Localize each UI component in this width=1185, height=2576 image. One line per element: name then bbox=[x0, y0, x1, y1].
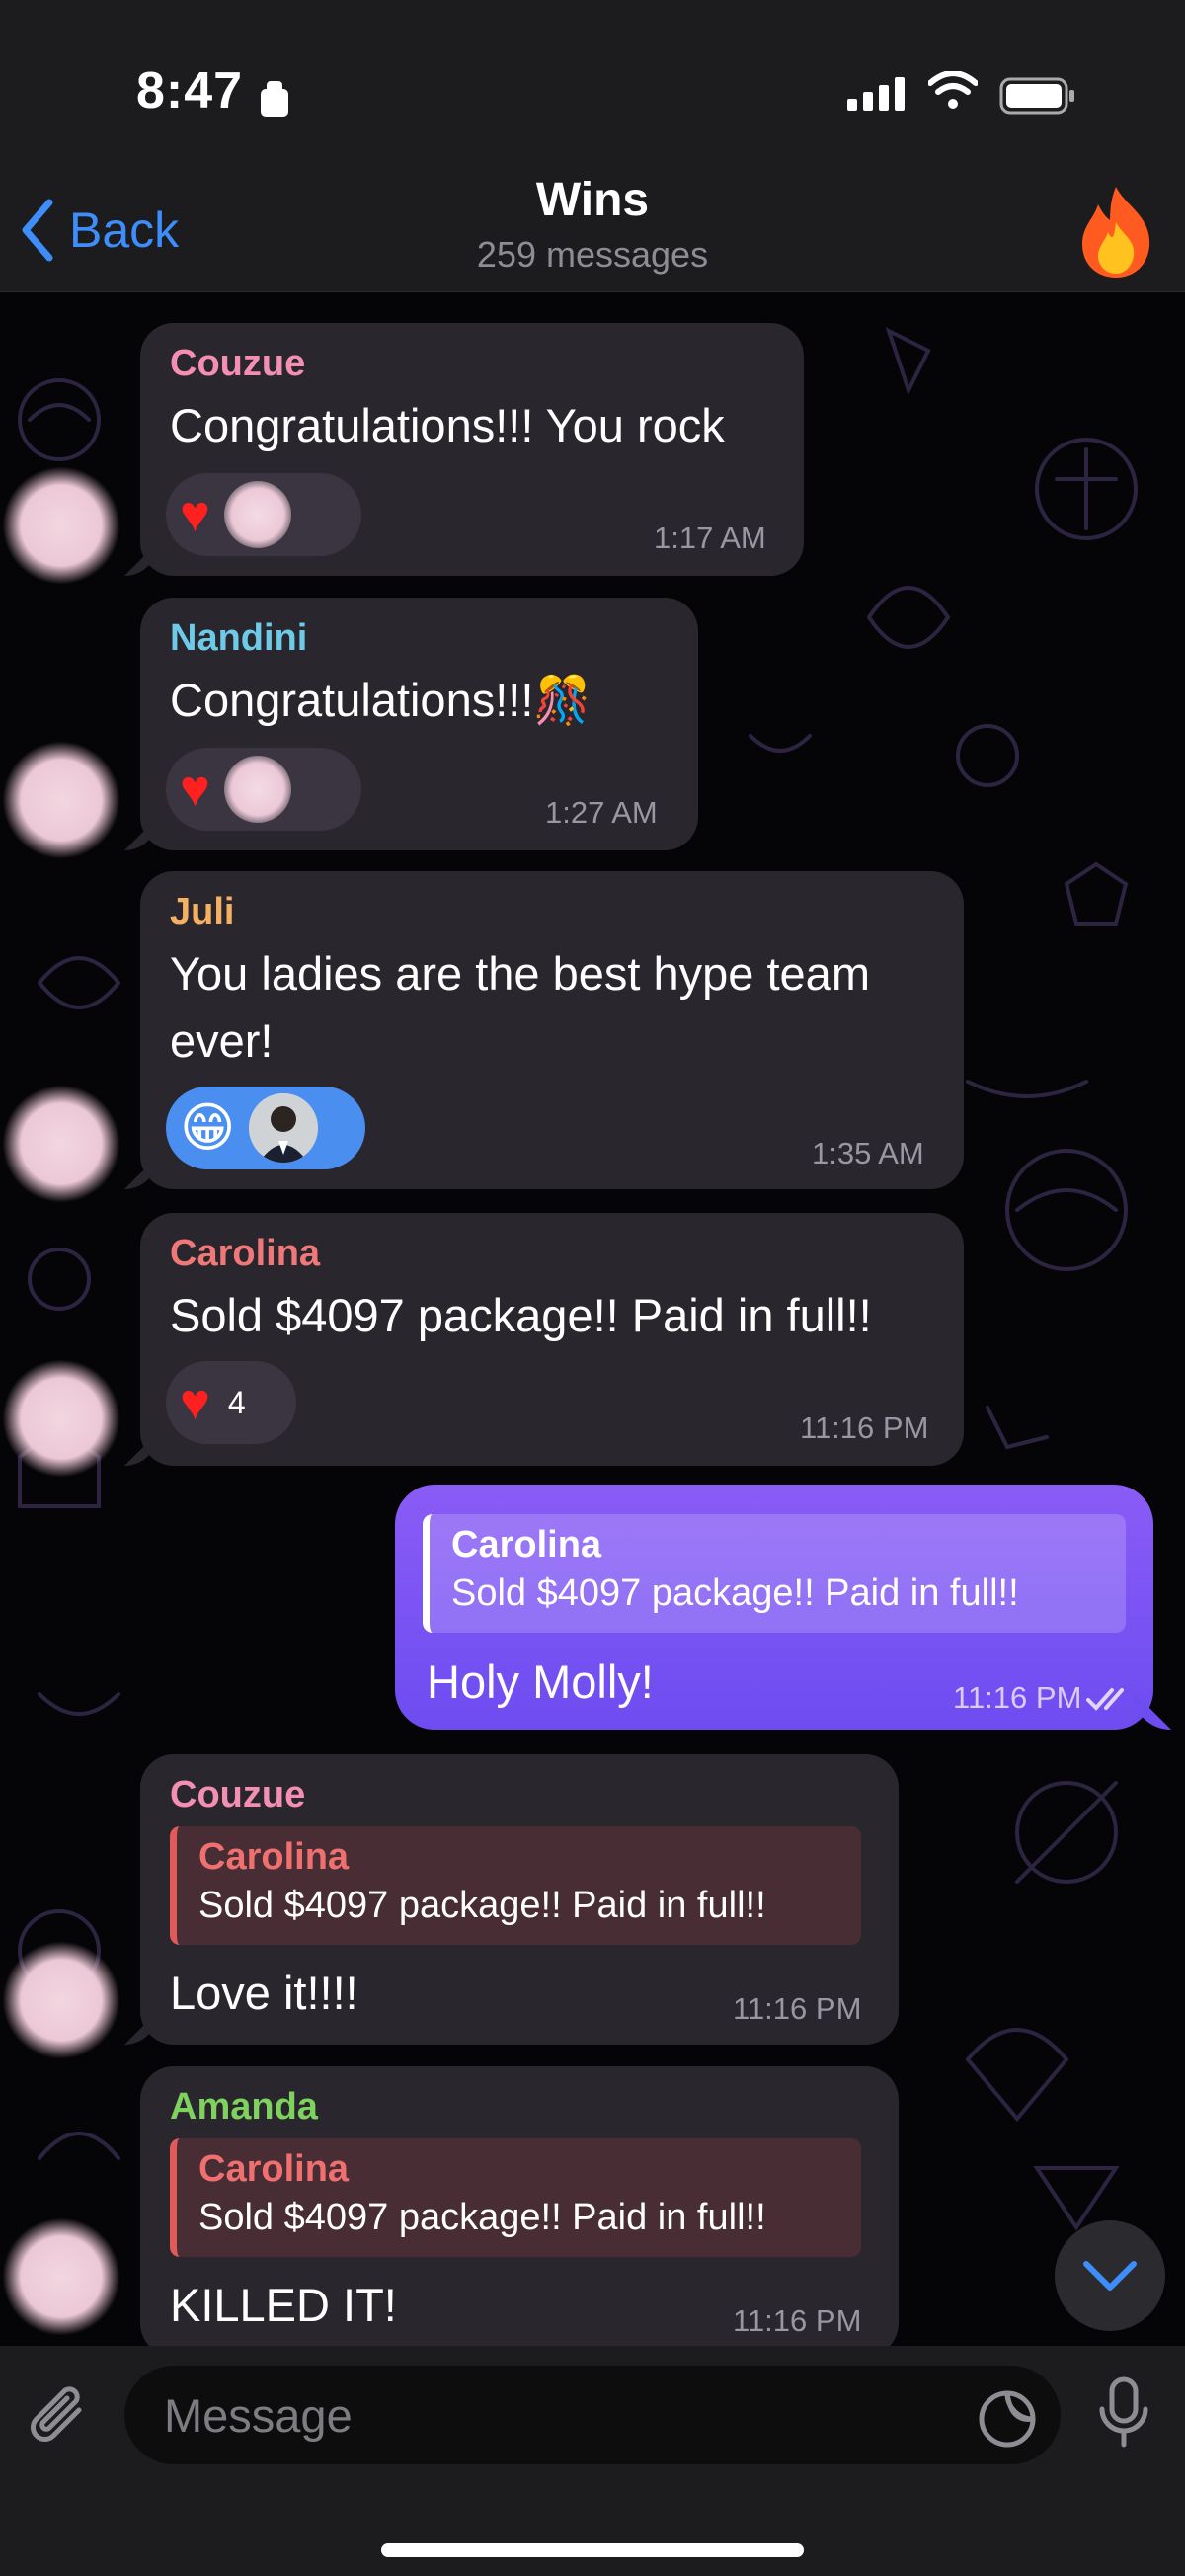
reply-sender: Carolina bbox=[198, 1836, 350, 1878]
reaction-grin[interactable]: 😁 bbox=[166, 1087, 365, 1169]
message-bubble[interactable]: Amanda Carolina Sold $4097 package!! Pai… bbox=[140, 2066, 899, 2357]
wifi-icon bbox=[928, 71, 978, 109]
message-bubble[interactable]: Juli You ladies are the best hype team e… bbox=[140, 871, 964, 1189]
message-text: Holy Molly! bbox=[427, 1655, 654, 1708]
message-input-bar bbox=[0, 2346, 1185, 2576]
grinning-face-icon: 😁 bbox=[180, 1098, 236, 1158]
home-indicator[interactable] bbox=[381, 2543, 804, 2557]
attach-paperclip-icon[interactable] bbox=[28, 2380, 97, 2455]
scroll-to-bottom-button[interactable] bbox=[1055, 2220, 1165, 2331]
message-time: 1:27 AM bbox=[545, 795, 658, 830]
sender-avatar[interactable] bbox=[2, 741, 120, 859]
message-text: Love it!!!! bbox=[170, 1967, 358, 2019]
chat-header: Back Wins 259 messages bbox=[0, 173, 1185, 292]
message-text: You ladies are the best hype team bbox=[170, 947, 870, 1000]
focus-lock-icon bbox=[261, 81, 288, 117]
message-input[interactable] bbox=[124, 2366, 1061, 2464]
heart-icon: ♥ bbox=[180, 761, 210, 818]
message-bubble[interactable]: Carolina Sold $4097 package!! Paid in fu… bbox=[140, 1213, 964, 1466]
message-text-line2: ever! bbox=[170, 1014, 274, 1067]
message-count: 259 messages bbox=[476, 234, 709, 275]
reply-quote[interactable]: Carolina Sold $4097 package!! Paid in fu… bbox=[423, 1514, 1126, 1633]
reply-quote[interactable]: Carolina Sold $4097 package!! Paid in fu… bbox=[170, 1826, 861, 1945]
reply-sender: Carolina bbox=[451, 1524, 602, 1566]
sender-avatar[interactable] bbox=[2, 466, 120, 585]
message-bubble[interactable]: Couzue Congratulations!!! You rock ♥ 1:1… bbox=[140, 323, 804, 576]
sender-avatar[interactable] bbox=[2, 1941, 120, 2059]
battery-icon bbox=[999, 77, 1074, 115]
message-time: 1:17 AM bbox=[654, 521, 766, 555]
message-text: Sold $4097 package!! Paid in full!! bbox=[170, 1289, 872, 1341]
reaction-heart[interactable]: ♥ bbox=[166, 748, 361, 831]
sender-name[interactable]: Nandini bbox=[170, 617, 307, 660]
heart-icon: ♥ bbox=[180, 1374, 210, 1431]
message-text: Congratulations!!! You rock bbox=[170, 399, 725, 451]
cellular-signal-icon bbox=[847, 77, 905, 111]
reaction-count: 4 bbox=[227, 1384, 246, 1420]
heart-icon: ♥ bbox=[180, 486, 210, 543]
reply-text: Sold $4097 package!! Paid in full!! bbox=[198, 1885, 766, 1926]
sender-name[interactable]: Amanda bbox=[170, 2086, 318, 2129]
reactor-avatar bbox=[223, 481, 291, 548]
reaction-heart[interactable]: ♥ bbox=[166, 473, 361, 556]
reply-quote[interactable]: Carolina Sold $4097 package!! Paid in fu… bbox=[170, 2138, 861, 2257]
sender-name[interactable]: Juli bbox=[170, 891, 234, 933]
group-avatar-fire-icon[interactable] bbox=[1066, 183, 1165, 282]
message-time: 11:16 PM bbox=[733, 1991, 862, 2026]
sender-name[interactable]: Carolina bbox=[170, 1233, 320, 1275]
sender-avatar[interactable] bbox=[2, 1359, 120, 1478]
message-text: Congratulations!!!🎊 bbox=[170, 674, 592, 726]
message-time: 11:16 PM bbox=[953, 1680, 1082, 1715]
message-time: 11:16 PM bbox=[733, 2303, 862, 2338]
sender-name[interactable]: Couzue bbox=[170, 1774, 305, 1816]
reply-sender: Carolina bbox=[198, 2148, 350, 2190]
sticker-icon[interactable] bbox=[978, 2389, 1037, 2449]
message-text: KILLED IT! bbox=[170, 2279, 397, 2331]
status-bar: 8:47 bbox=[0, 0, 1185, 173]
status-time: 8:47 bbox=[136, 62, 244, 120]
message-bubble[interactable]: Nandini Congratulations!!!🎊 ♥ 1:27 AM bbox=[140, 598, 698, 850]
reactor-avatar bbox=[249, 1093, 319, 1163]
chevron-down-icon bbox=[1083, 2261, 1137, 2291]
sender-avatar[interactable] bbox=[2, 1085, 120, 1203]
chat-title[interactable]: Wins bbox=[0, 173, 1185, 227]
read-checkmarks-icon bbox=[1086, 1688, 1124, 1711]
telegram-chat-screen: 8:47 Back Wins 259 messages Couzue Congr… bbox=[0, 0, 1185, 2576]
message-bubble[interactable]: Couzue Carolina Sold $4097 package!! Pai… bbox=[140, 1754, 899, 2045]
reply-text: Sold $4097 package!! Paid in full!! bbox=[451, 1572, 1019, 1614]
microphone-icon[interactable] bbox=[1094, 2375, 1153, 2451]
reply-text: Sold $4097 package!! Paid in full!! bbox=[198, 2197, 766, 2238]
message-time: 1:35 AM bbox=[812, 1136, 924, 1170]
outgoing-message-bubble[interactable]: Carolina Sold $4097 package!! Paid in fu… bbox=[395, 1485, 1153, 1730]
message-time: 11:16 PM bbox=[800, 1410, 929, 1445]
reactor-avatar bbox=[223, 756, 291, 823]
sender-name[interactable]: Couzue bbox=[170, 343, 305, 385]
reaction-heart[interactable]: ♥ 4 bbox=[166, 1361, 296, 1444]
sender-avatar[interactable] bbox=[2, 2217, 120, 2336]
